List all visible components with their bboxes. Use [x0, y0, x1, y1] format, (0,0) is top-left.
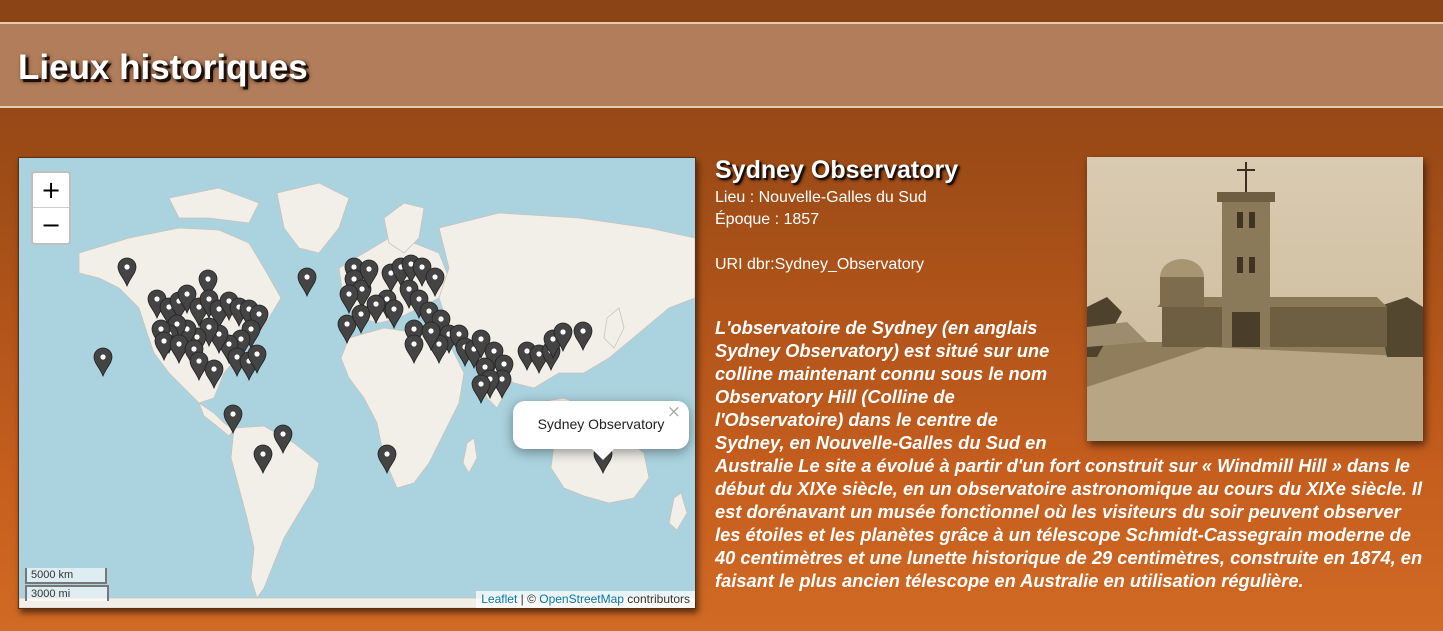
- place-title: Sydney Observatory: [715, 156, 959, 184]
- place-epoch: Époque : 1857: [715, 211, 820, 228]
- popup-text: Sydney Observatory: [537, 416, 665, 432]
- leaflet-link[interactable]: Leaflet: [481, 592, 517, 606]
- attribution-separator: | ©: [517, 592, 540, 606]
- popup-close-button[interactable]: ×: [667, 402, 681, 422]
- place-description: L'observatoire de Sydney (en anglais Syd…: [715, 316, 1425, 592]
- world-map[interactable]: + − 5000 km 3000 mi Leaflet | © OpenStre…: [18, 157, 696, 609]
- map-attribution: Leaflet | © OpenStreetMap contributors: [476, 591, 695, 608]
- scale-bar-km: 5000 km: [25, 568, 107, 584]
- map-popup: Sydney Observatory ×: [513, 401, 689, 460]
- top-bar: [0, 0, 1443, 22]
- attribution-suffix: contributors: [623, 592, 690, 606]
- place-uri: URI dbr:Sydney_Observatory: [715, 256, 924, 273]
- place-location: Lieu : Nouvelle-Galles du Sud: [715, 189, 927, 206]
- zoom-in-button[interactable]: +: [33, 173, 69, 208]
- openstreetmap-link[interactable]: OpenStreetMap: [539, 592, 624, 606]
- photo-float-spacer: [1055, 316, 1425, 444]
- zoom-out-button[interactable]: −: [33, 208, 69, 242]
- popup-tip: [591, 448, 615, 460]
- page-title: Lieux historiques: [18, 48, 308, 87]
- page-header: Lieux historiques: [0, 22, 1443, 108]
- map-tiles: [19, 158, 695, 608]
- zoom-control: + −: [31, 171, 71, 245]
- scale-bar-mi: 3000 mi: [25, 585, 109, 601]
